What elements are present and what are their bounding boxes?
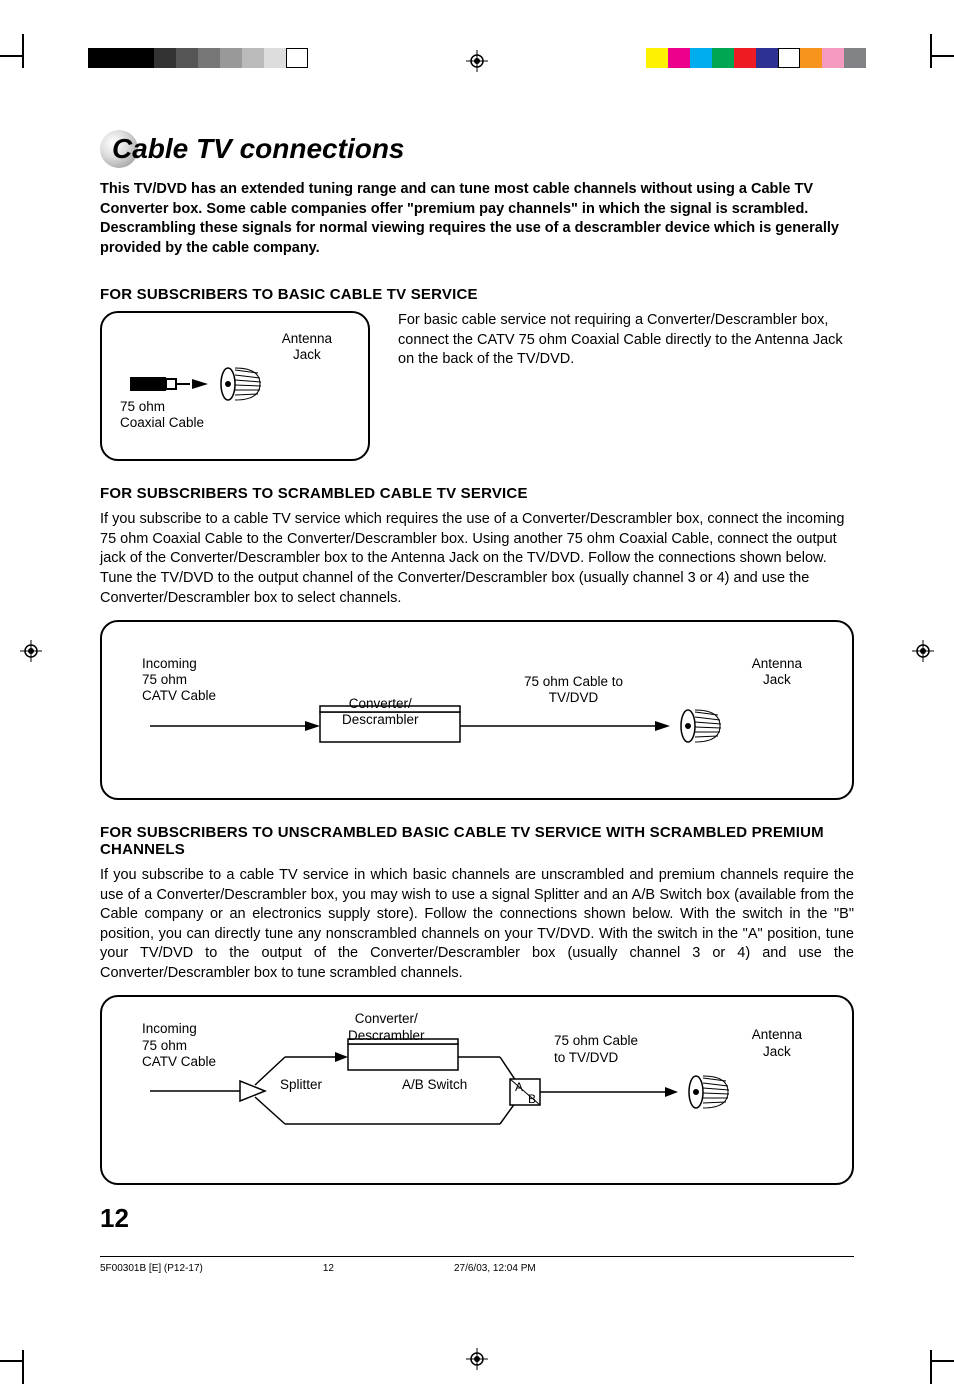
section3-text: If you subscribe to a cable TV service i…	[100, 866, 854, 983]
diagram-scrambled: Incoming 75 ohm CATV Cable Converter/ De…	[100, 620, 854, 800]
section1-heading: FOR SUBSCRIBERS TO BASIC CABLE TV SERVIC…	[100, 286, 854, 303]
footer-file: 5F00301B [E] (P12-17)	[100, 1263, 203, 1274]
footer-date: 27/6/03, 12:04 PM	[454, 1263, 536, 1274]
incoming-label-3: Incoming 75 ohm CATV Cable	[142, 1021, 216, 1070]
page-number: 12	[100, 1203, 854, 1234]
antenna-label-2: Antenna Jack	[752, 656, 802, 688]
color-bar	[646, 48, 866, 68]
page-title: Cable TV connections	[112, 133, 405, 165]
crop-marks-bottom	[0, 1324, 954, 1384]
antenna-label-3: Antenna Jack	[752, 1027, 802, 1059]
switch-b-label: B	[528, 1092, 536, 1106]
crop-marks-top	[0, 0, 954, 80]
ab-switch-label: A/B Switch	[402, 1077, 467, 1093]
grayscale-bar	[88, 48, 308, 68]
section2-text: If you subscribe to a cable TV service w…	[100, 510, 854, 608]
diagram-premium: Incoming 75 ohm CATV Cable Splitter Conv…	[100, 995, 854, 1185]
diagram-basic: Antenna Jack	[100, 311, 370, 461]
footer: 5F00301B [E] (P12-17) 12 27/6/03, 12:04 …	[100, 1263, 854, 1284]
cable-to-tv-label: 75 ohm Cable to TV/DVD	[524, 674, 623, 706]
converter-label-3: Converter/ Descrambler	[348, 1011, 425, 1043]
page-content: Cable TV connections This TV/DVD has an …	[0, 130, 954, 1324]
antenna-label: Antenna Jack	[282, 331, 332, 363]
footer-page: 12	[323, 1263, 334, 1274]
switch-a-label: A	[515, 1080, 523, 1094]
cable-to-tv-label-3: 75 ohm Cable to TV/DVD	[554, 1033, 638, 1065]
coax-label: 75 ohm Coaxial Cable	[120, 399, 204, 431]
section3-heading: FOR SUBSCRIBERS TO UNSCRAMBLED BASIC CAB…	[100, 824, 854, 858]
converter-label: Converter/ Descrambler	[342, 696, 419, 728]
registration-mark-icon	[466, 50, 488, 72]
registration-mark-icon	[466, 1348, 488, 1370]
intro-text: This TV/DVD has an extended tuning range…	[100, 180, 854, 258]
splitter-label: Splitter	[280, 1077, 322, 1093]
section2-heading: FOR SUBSCRIBERS TO SCRAMBLED CABLE TV SE…	[100, 485, 854, 502]
section1-text: For basic cable service not requiring a …	[398, 311, 854, 370]
incoming-label: Incoming 75 ohm CATV Cable	[142, 656, 216, 705]
